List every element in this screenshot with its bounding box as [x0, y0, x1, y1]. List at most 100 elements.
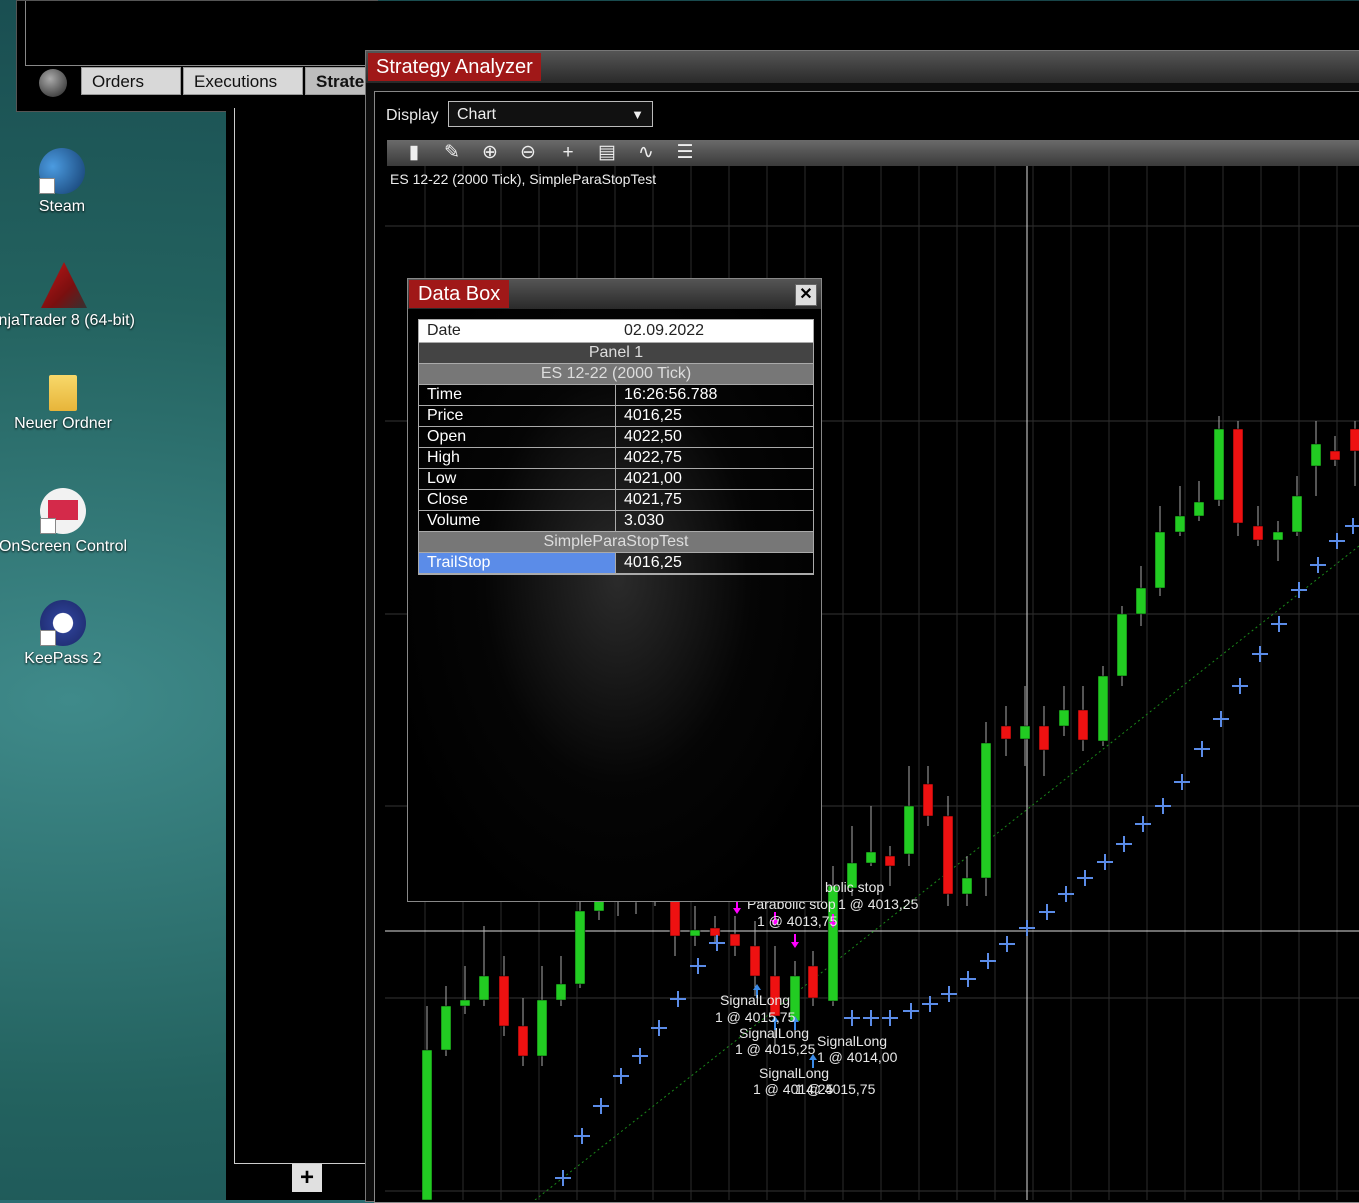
data-box-table: Date 02.09.2022 Panel 1 ES 12-22 (2000 T…	[418, 319, 814, 575]
indicators-icon[interactable]: ∿	[631, 141, 661, 165]
row-value: 4021,75	[624, 491, 682, 508]
trade-annotation: SignalLong	[739, 1025, 809, 1041]
zoom-out-icon[interactable]: ⊖	[513, 141, 543, 165]
data-box-window: Data Box ✕ Date 02.09.2022 Panel 1 ES 12…	[407, 278, 822, 902]
candle-up	[1272, 531, 1284, 541]
title-bar[interactable]: Strategy Analyzer	[366, 51, 1359, 83]
row-label: Price	[427, 407, 464, 424]
desktop-icon-steam[interactable]: Steam	[0, 148, 127, 216]
trade-annotation: 1 @ 4013,75	[757, 913, 838, 929]
zoom-in-icon[interactable]: ⊕	[475, 141, 505, 165]
row-label: High	[427, 449, 460, 466]
trade-annotation: bolic stop	[825, 879, 884, 895]
table-row: Time 16:26:56.788	[419, 385, 813, 406]
candle-up	[1154, 531, 1166, 589]
table-row[interactable]: TrailStop 4016,25	[419, 553, 813, 574]
desktop-icon-label: KeePass 2	[24, 650, 102, 667]
desktop-icon-label: Neuer Ordner	[14, 415, 112, 432]
candle-up	[1310, 443, 1322, 467]
candle-up	[1116, 613, 1128, 677]
candle-up	[459, 999, 471, 1007]
candle-up	[1291, 495, 1303, 533]
chart-title: ES 12-22 (2000 Tick), SimpleParaStopTest	[390, 171, 657, 187]
candle-down	[709, 927, 721, 937]
row-value: 4021,00	[624, 470, 682, 487]
keepass-icon	[40, 600, 86, 646]
draw-pencil-icon[interactable]: ✎	[437, 141, 467, 165]
onscreen-control-icon	[40, 488, 86, 534]
trade-annotation: SignalLong	[720, 992, 790, 1008]
candle-up	[1019, 725, 1031, 740]
candle-down	[1329, 450, 1341, 461]
tab-executions[interactable]: Executions	[183, 67, 303, 95]
date-label: Date	[427, 322, 461, 339]
candle-up	[574, 910, 586, 985]
desktop-icon-ninjatrader[interactable]: injaTrader 8 (64-bit)	[0, 262, 150, 330]
row-value: 4022,75	[624, 449, 682, 466]
properties-list-icon[interactable]: ☰	[670, 141, 700, 165]
add-tab-button[interactable]: +	[292, 1164, 322, 1192]
candle-up	[421, 1049, 433, 1200]
candle-up	[440, 1005, 452, 1051]
tab-orders[interactable]: Orders	[81, 67, 181, 95]
candle-up	[1174, 515, 1186, 533]
row-label: TrailStop	[419, 553, 615, 573]
date-row: Date 02.09.2022	[419, 320, 813, 343]
desktop-icon-keepass[interactable]: KeePass 2	[0, 600, 128, 668]
candle-up	[478, 975, 490, 1001]
candle-down	[1232, 428, 1244, 524]
status-orb-icon[interactable]	[39, 69, 67, 97]
candle-down	[1000, 725, 1012, 740]
close-icon[interactable]: ✕	[795, 284, 817, 306]
candle-down	[517, 1025, 529, 1057]
strategy-header: SimpleParaStopTest	[419, 532, 813, 553]
candle-down	[942, 815, 954, 895]
date-value: 02.09.2022	[624, 322, 705, 339]
bar-type-icon[interactable]: ▮	[399, 141, 429, 165]
candle-up	[865, 851, 877, 864]
control-center-window: Orders Executions Strate	[16, 0, 1359, 112]
instrument-header: ES 12-22 (2000 Tick)	[419, 364, 813, 385]
candle-up	[1097, 675, 1109, 742]
table-row: Close 4021,75	[419, 490, 813, 511]
candle-down	[1077, 709, 1089, 741]
row-value: 4016,25	[624, 554, 682, 571]
panel-header: Panel 1	[419, 343, 813, 364]
candle-down	[884, 855, 896, 867]
candle-up	[536, 999, 548, 1057]
data-box-icon[interactable]: ▤	[592, 141, 622, 165]
display-value: Chart	[457, 106, 497, 123]
row-label: Open	[427, 428, 467, 445]
row-value: 16:26:56.788	[624, 386, 718, 403]
folder-icon	[49, 375, 77, 411]
candle-up	[1213, 428, 1225, 501]
trade-annotation: 1 @ 4014,00	[817, 1049, 898, 1065]
candle-up	[555, 983, 567, 1001]
crosshair-icon[interactable]: +	[553, 141, 583, 165]
candle-up	[689, 929, 701, 937]
table-row: Price 4016,25	[419, 406, 813, 427]
candle-up	[1135, 587, 1147, 615]
display-select[interactable]: Chart ▼	[448, 101, 653, 127]
data-box-title-bar[interactable]: Data Box ✕	[408, 279, 821, 309]
candle-down	[1038, 725, 1050, 751]
candle-up	[1193, 501, 1205, 517]
candle-up	[1058, 709, 1070, 727]
candle-down	[922, 783, 934, 817]
candle-down	[729, 933, 741, 947]
candle-up	[903, 805, 915, 855]
row-label: Low	[427, 470, 457, 487]
chart-toolbar: ▮ ✎ ⊕ ⊖ + ▤ ∿ ☰	[387, 140, 1359, 166]
row-label: Close	[427, 491, 468, 508]
desktop-icon-onscreen-control[interactable]: OnScreen Control	[0, 488, 128, 556]
desktop-icon-folder[interactable]: Neuer Ordner	[0, 375, 128, 433]
row-value: 3.030	[624, 512, 665, 529]
desktop-icon-label: OnScreen Control	[0, 538, 128, 555]
table-row: Open 4022,50	[419, 427, 813, 448]
chevron-down-icon: ▼	[631, 107, 644, 122]
candle-down	[807, 965, 819, 999]
table-row: Volume 3.030	[419, 511, 813, 532]
candle-down	[1349, 428, 1359, 452]
candle-up	[961, 877, 973, 895]
trade-annotation: 1 @ 4015,25	[735, 1041, 816, 1057]
